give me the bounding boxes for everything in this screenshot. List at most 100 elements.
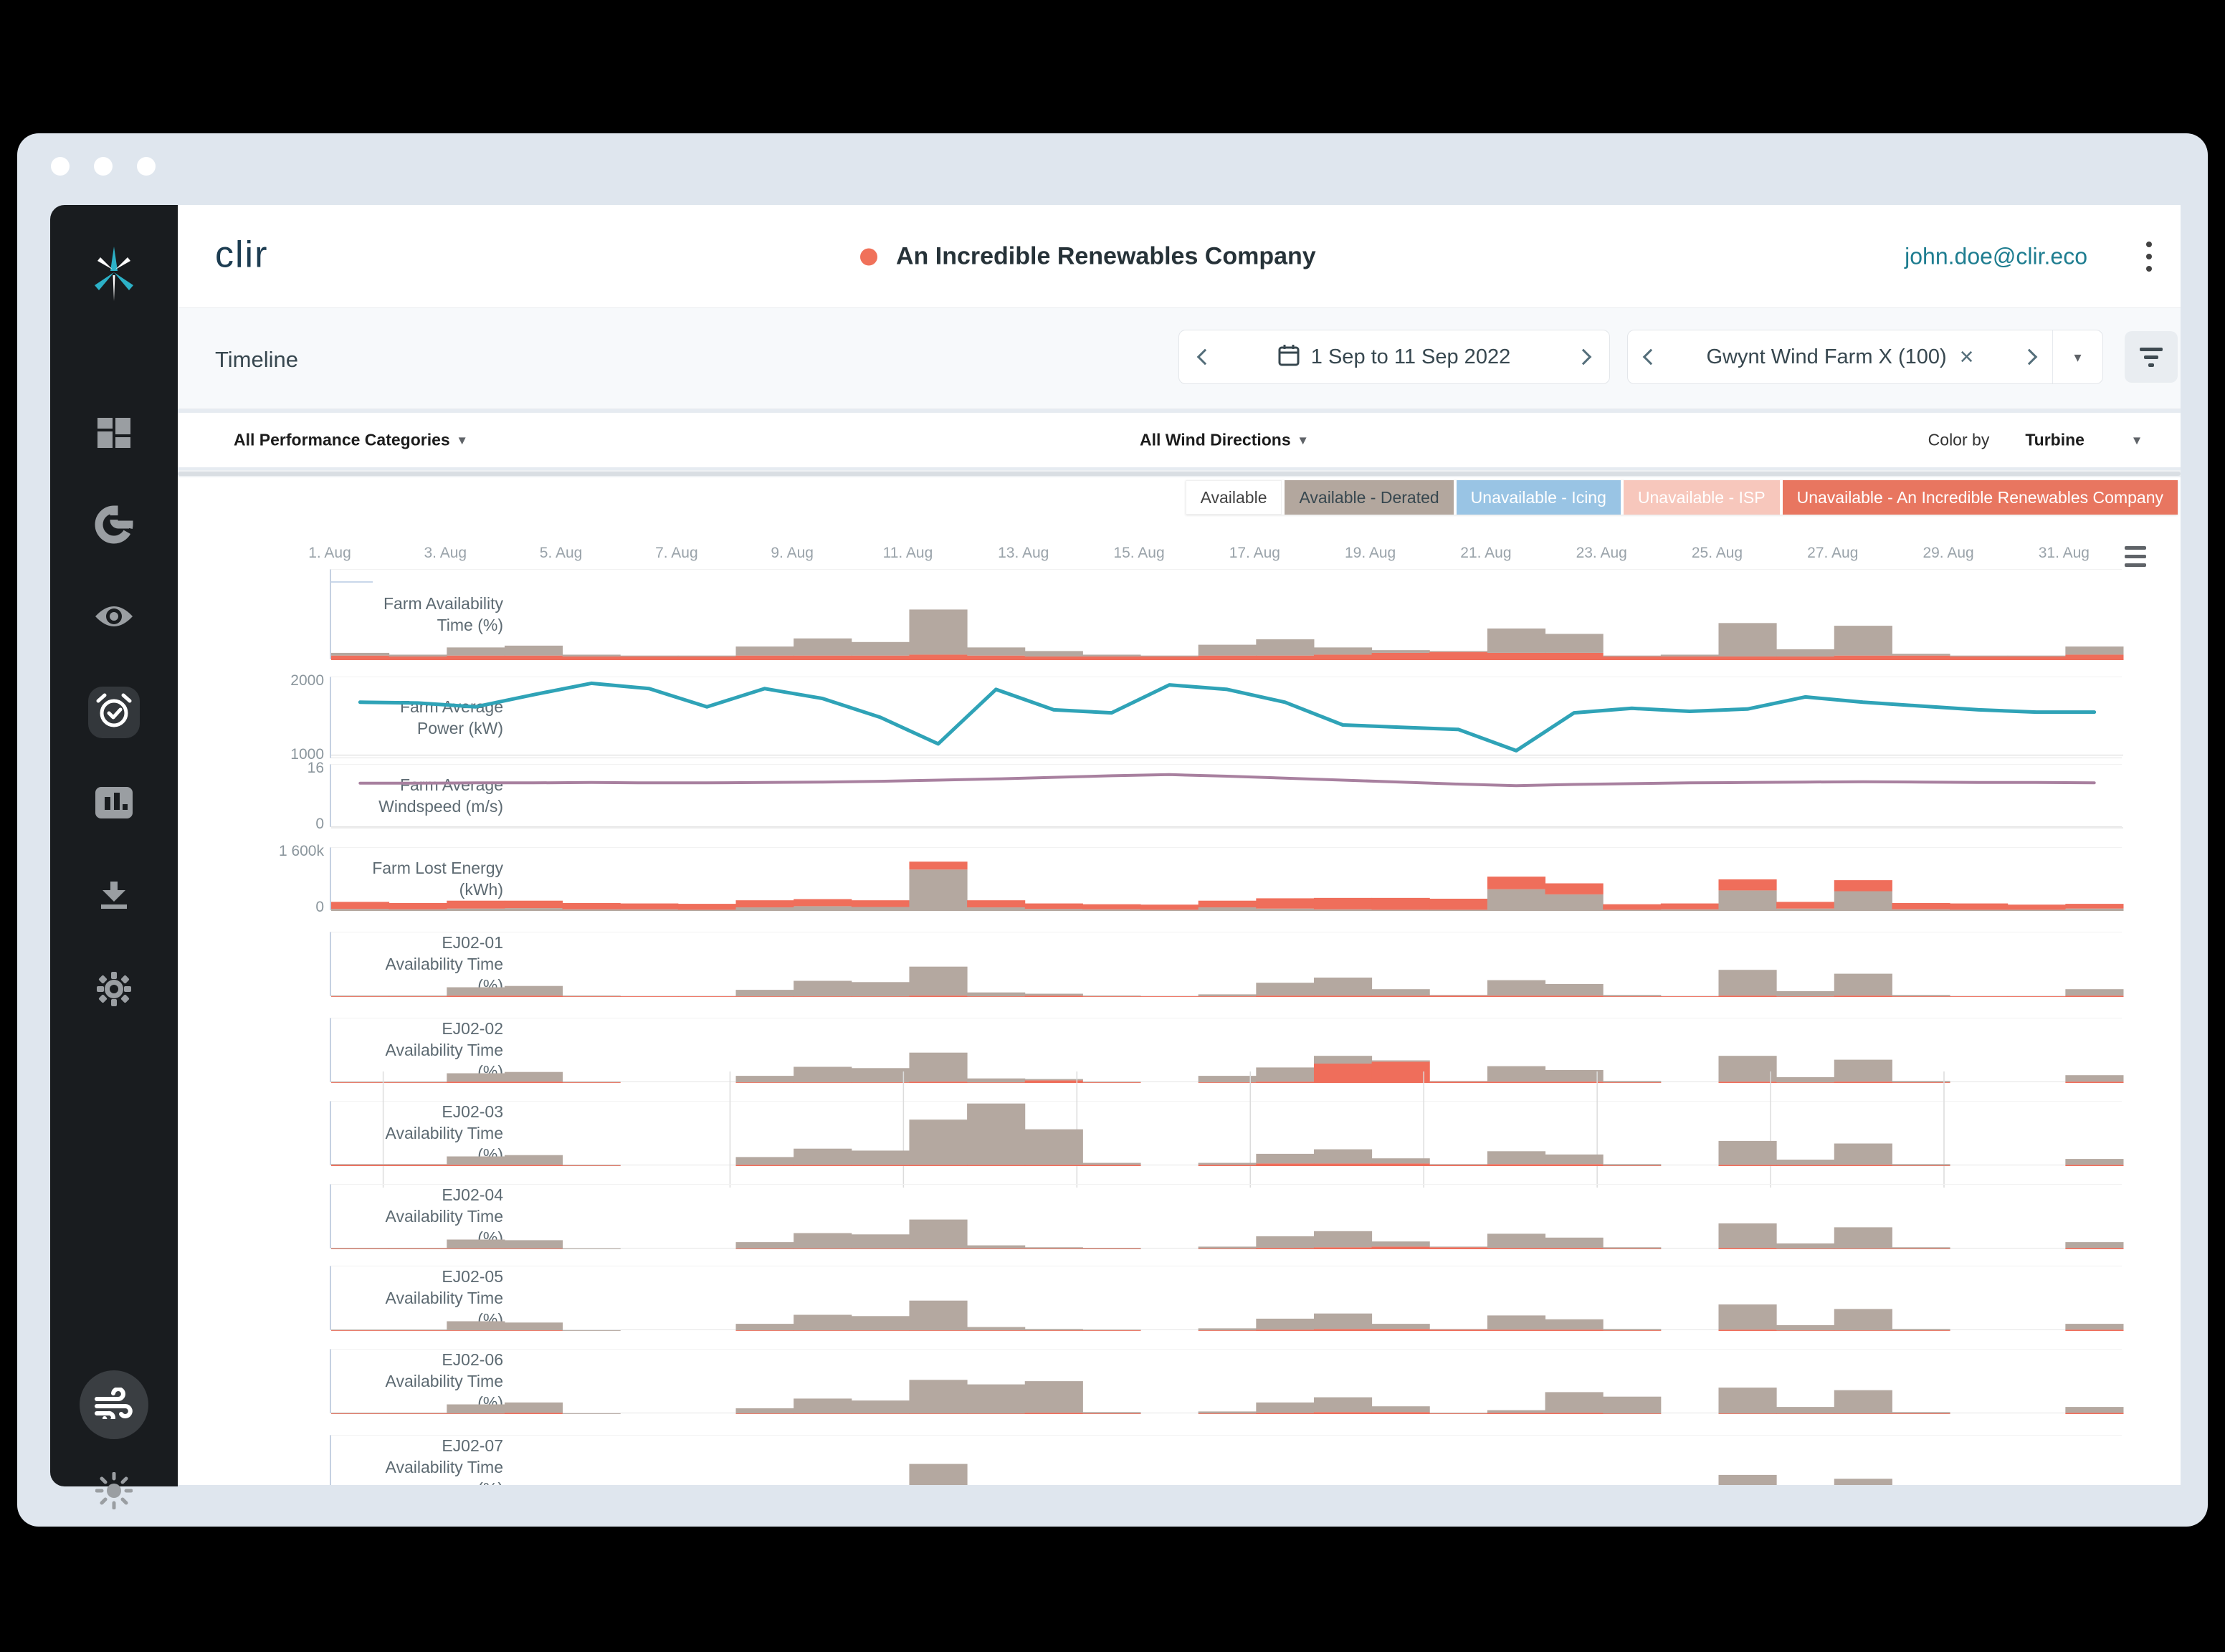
- ej02-02-availability-plot[interactable]: [330, 1018, 2122, 1082]
- gear-icon: [96, 971, 132, 1011]
- scrollbar-thumb[interactable]: [178, 472, 2181, 476]
- x-axis-tick: 3. Aug: [424, 545, 467, 562]
- x-axis-tick: 25. Aug: [1692, 545, 1743, 562]
- legend-button-3[interactable]: Unavailable - ISP: [1624, 480, 1780, 515]
- sidebar-item-analytics[interactable]: [88, 500, 140, 552]
- calendar-icon: [1278, 344, 1300, 371]
- toolbar: Timeline 1 Sep to 11 Sep 2022: [178, 308, 2181, 409]
- x-axis-tick: 5. Aug: [540, 545, 583, 562]
- farm-prev-chevron-icon[interactable]: [1643, 349, 1659, 366]
- color-by-value: Turbine: [2025, 431, 2085, 450]
- farm-lost-energy-tick: 1 600k: [181, 843, 324, 860]
- chevron-down-icon: ▾: [2133, 431, 2140, 449]
- x-axis-tick: 27. Aug: [1807, 545, 1858, 562]
- filter-panel: All Performance Categories ▾ All Wind Di…: [178, 413, 2181, 467]
- legend-button-0[interactable]: Available: [1186, 480, 1282, 515]
- screenshot-stage: clir An Incredible Renewables Company jo…: [0, 0, 2225, 1652]
- sidebar-item-theme[interactable]: [88, 1466, 140, 1518]
- date-range-picker: 1 Sep to 11 Sep 2022: [1178, 330, 1610, 384]
- farm-lost-energy-tick: 0: [181, 899, 324, 916]
- color-by-dropdown[interactable]: Color by Turbine ▾: [1928, 431, 2140, 450]
- sidebar-item-reports[interactable]: [88, 778, 140, 830]
- x-axis-tick: 9. Aug: [771, 545, 814, 562]
- download-icon: [98, 880, 130, 915]
- app-header: clir An Incredible Renewables Company jo…: [178, 205, 2181, 308]
- chart-menu-icon[interactable]: [2125, 546, 2146, 567]
- date-range-value[interactable]: 1 Sep to 11 Sep 2022: [1311, 345, 1510, 369]
- sidebar-item-monitor[interactable]: [88, 592, 140, 644]
- farm-average-windspeed-plot[interactable]: [330, 764, 2122, 827]
- x-axis-tick: 23. Aug: [1576, 545, 1627, 562]
- x-axis-tick: 11. Aug: [883, 545, 933, 562]
- window-dot-1[interactable]: [51, 157, 70, 176]
- performance-category-dropdown[interactable]: All Performance Categories ▾: [234, 431, 466, 450]
- app-window: clir An Incredible Renewables Company jo…: [17, 133, 2208, 1527]
- ej02-05-availability-plot[interactable]: [330, 1266, 2122, 1330]
- company-status-dot: [860, 248, 877, 265]
- wind-direction-value: All Wind Directions: [1140, 431, 1291, 450]
- sidebar-item-wind[interactable]: [80, 1370, 148, 1439]
- performance-category-value: All Performance Categories: [234, 431, 450, 450]
- legend-button-1[interactable]: Available - Derated: [1285, 480, 1453, 515]
- x-axis-tick: 31. Aug: [2039, 545, 2090, 562]
- page-title: Timeline: [215, 347, 298, 373]
- sidebar: [50, 205, 178, 1486]
- x-axis-tick: 19. Aug: [1345, 545, 1396, 562]
- farm-availability-time-plot[interactable]: [330, 569, 2122, 659]
- color-by-label: Color by: [1928, 431, 1990, 450]
- farm-clear-icon[interactable]: ×: [1960, 345, 1974, 369]
- sidebar-item-dashboard[interactable]: [88, 409, 140, 460]
- ej02-01-availability-plot[interactable]: [330, 932, 2122, 996]
- x-axis-tick: 15. Aug: [1113, 545, 1164, 562]
- chevron-down-icon: ▾: [1300, 431, 1307, 449]
- ej02-06-availability-plot[interactable]: [330, 1349, 2122, 1413]
- eye-icon: [94, 602, 134, 634]
- farm-average-windspeed-tick: 0: [181, 816, 324, 833]
- window-dot-2[interactable]: [94, 157, 113, 176]
- x-axis-tick: 29. Aug: [1923, 545, 1973, 562]
- horizontal-scrollbar[interactable]: [178, 470, 2181, 477]
- wind-icon: [94, 1388, 134, 1423]
- date-next-chevron-icon[interactable]: [1576, 349, 1592, 366]
- x-axis-tick: 7. Aug: [655, 545, 698, 562]
- farm-average-power-plot[interactable]: [330, 677, 2122, 758]
- sun-icon: [95, 1472, 133, 1513]
- dashboard-icon: [96, 415, 132, 454]
- main-content: clir An Incredible Renewables Company jo…: [178, 205, 2181, 1485]
- x-axis-tick: 21. Aug: [1460, 545, 1511, 562]
- farm-picker-value[interactable]: Gwynt Wind Farm X (100): [1706, 345, 1946, 369]
- sidebar-item-settings[interactable]: [88, 965, 140, 1016]
- legend-button-4[interactable]: Unavailable - An Incredible Renewables C…: [1783, 480, 2178, 515]
- date-prev-chevron-icon[interactable]: [1197, 349, 1214, 366]
- company-header: An Incredible Renewables Company: [860, 243, 1316, 271]
- wind-direction-dropdown[interactable]: All Wind Directions ▾: [1140, 431, 1307, 450]
- filter-button[interactable]: [2125, 331, 2178, 383]
- user-email-link[interactable]: john.doe@clir.eco: [1905, 244, 2087, 270]
- legend-row: AvailableAvailable - DeratedUnavailable …: [1186, 480, 2178, 515]
- legend-button-2[interactable]: Unavailable - Icing: [1457, 480, 1621, 515]
- clir-logo-icon: [88, 248, 140, 300]
- x-axis-tick: 1. Aug: [308, 545, 351, 562]
- chevron-down-icon: ▾: [459, 431, 466, 449]
- farm-dropdown-toggle[interactable]: ▾: [2052, 330, 2102, 383]
- farm-picker: Gwynt Wind Farm X (100) × ▾: [1627, 330, 2103, 384]
- kebab-menu-icon[interactable]: [2146, 242, 2152, 272]
- farm-lost-energy-plot[interactable]: [330, 847, 2122, 910]
- timeline-chart-panel: AvailableAvailable - DeratedUnavailable …: [178, 477, 2181, 1485]
- x-axis-tick: 17. Aug: [1229, 545, 1280, 562]
- ej02-04-availability-plot[interactable]: [330, 1184, 2122, 1248]
- pie-chart-icon: [95, 505, 133, 548]
- bar-chart-icon: [95, 787, 133, 822]
- ej02-03-availability-plot[interactable]: [330, 1101, 2122, 1165]
- farm-next-chevron-icon[interactable]: [2021, 349, 2038, 366]
- sidebar-item-timeline-active[interactable]: [88, 687, 140, 738]
- alarm-check-icon: [95, 692, 133, 733]
- window-dot-3[interactable]: [137, 157, 156, 176]
- farm-average-power-tick: 2000: [181, 672, 324, 689]
- sidebar-item-export[interactable]: [88, 872, 140, 923]
- farm-average-windspeed-tick: 16: [181, 760, 324, 777]
- x-axis-tick: 13. Aug: [998, 545, 1049, 562]
- company-name: An Incredible Renewables Company: [896, 243, 1316, 271]
- clir-wordmark: clir: [215, 234, 268, 277]
- ej02-07-availability-plot[interactable]: [330, 1435, 2122, 1485]
